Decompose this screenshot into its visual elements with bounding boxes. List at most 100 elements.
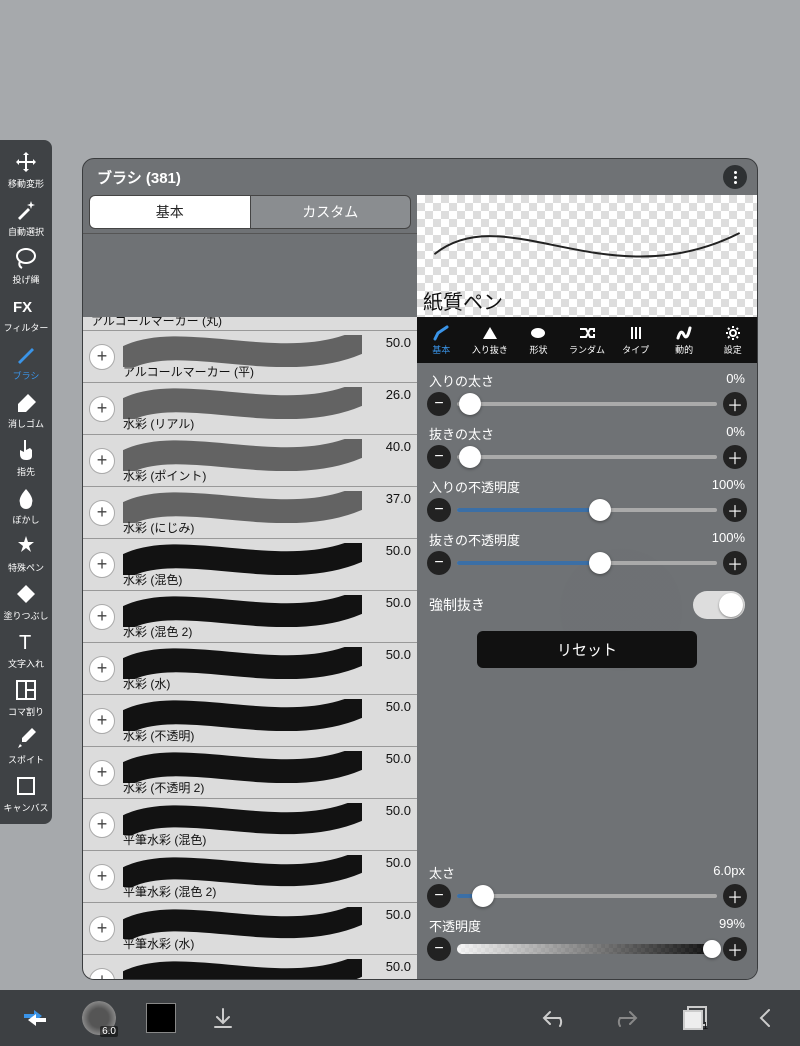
- setting-tab-label: 入り抜き: [472, 343, 508, 356]
- slider-minus[interactable]: −: [427, 392, 451, 416]
- tool-text[interactable]: T文字入れ: [0, 624, 52, 672]
- back-icon[interactable]: [748, 1001, 782, 1035]
- slider-plus[interactable]: ＋: [723, 445, 747, 469]
- tool-fx[interactable]: FXフィルター: [0, 288, 52, 336]
- stroke-preview: [123, 699, 362, 731]
- tool-blur[interactable]: ぼかし: [0, 480, 52, 528]
- setting-tab-dynamic[interactable]: 動的: [660, 317, 709, 363]
- setting-tab-type[interactable]: タイプ: [611, 317, 660, 363]
- add-brush-button[interactable]: +: [89, 708, 115, 734]
- brush-list[interactable]: アルコールマーカー (丸) +アルコールマーカー (平)50.0+水彩 (リアル…: [83, 317, 417, 979]
- add-brush-button[interactable]: +: [89, 968, 115, 980]
- brush-row[interactable]: +アルコールマーカー (平)50.0: [83, 331, 417, 383]
- add-brush-button[interactable]: +: [89, 916, 115, 942]
- tab-basic[interactable]: 基本: [89, 195, 251, 229]
- slider-plus[interactable]: ＋: [723, 551, 747, 575]
- tool-eyedrop[interactable]: スポイト: [0, 720, 52, 768]
- brush-row[interactable]: +水彩 (不透明)50.0: [83, 695, 417, 747]
- slider-minus[interactable]: −: [427, 445, 451, 469]
- size-track[interactable]: [457, 894, 717, 898]
- add-brush-button[interactable]: +: [89, 864, 115, 890]
- slider-plus[interactable]: ＋: [723, 498, 747, 522]
- stroke-preview: [123, 491, 362, 523]
- tool-label: 消しゴム: [8, 417, 44, 430]
- tool-special[interactable]: 特殊ペン: [0, 528, 52, 576]
- brush-row[interactable]: +水彩 (混色 2)50.0: [83, 591, 417, 643]
- setting-tab-taper[interactable]: 入り抜き: [466, 317, 515, 363]
- tool-bucket[interactable]: 塗りつぶし: [0, 576, 52, 624]
- slider-track[interactable]: [457, 455, 717, 459]
- brush-size-indicator[interactable]: 6.0: [82, 1001, 116, 1035]
- reset-button[interactable]: リセット: [477, 631, 697, 668]
- tool-move[interactable]: 移動変形: [0, 144, 52, 192]
- opacity-plus[interactable]: ＋: [723, 937, 747, 961]
- slider-track[interactable]: [457, 402, 717, 406]
- brush-row[interactable]: +水彩 (水)50.0: [83, 643, 417, 695]
- brush-row[interactable]: +水彩 (リアル)26.0: [83, 383, 417, 435]
- brush-row[interactable]: +平筆水彩 (水)50.0: [83, 903, 417, 955]
- more-button[interactable]: [723, 165, 747, 189]
- add-brush-button[interactable]: +: [89, 500, 115, 526]
- size-slider-block: 太さ 6.0px − ＋: [427, 863, 747, 908]
- add-brush-button[interactable]: +: [89, 812, 115, 838]
- add-brush-button[interactable]: +: [89, 448, 115, 474]
- setting-tab-random[interactable]: ランダム: [563, 317, 612, 363]
- tool-label: フィルター: [4, 321, 49, 334]
- setting-tab-label: ランダム: [569, 343, 605, 356]
- size-minus[interactable]: −: [427, 884, 451, 908]
- brush-row[interactable]: +水彩 (混色)50.0: [83, 539, 417, 591]
- tool-lasso[interactable]: 投げ縄: [0, 240, 52, 288]
- brush-row[interactable]: +平筆水彩 (不透明)50.0: [83, 955, 417, 979]
- brush-row[interactable]: +平筆水彩 (混色 2)50.0: [83, 851, 417, 903]
- brush-row[interactable]: アルコールマーカー (丸): [83, 317, 417, 331]
- setting-tab-shape[interactable]: 形状: [514, 317, 563, 363]
- add-brush-button[interactable]: +: [89, 656, 115, 682]
- setting-tab-label: タイプ: [622, 343, 649, 356]
- tool-label: 文字入れ: [8, 657, 44, 670]
- add-brush-button[interactable]: +: [89, 760, 115, 786]
- tool-panel[interactable]: コマ割り: [0, 672, 52, 720]
- color-swatch[interactable]: [146, 1003, 176, 1033]
- tool-label: 指先: [17, 465, 35, 478]
- size-plus[interactable]: ＋: [723, 884, 747, 908]
- tool-canvas[interactable]: キャンバス: [0, 768, 52, 816]
- swap-colors-icon[interactable]: [18, 1001, 52, 1035]
- add-brush-button[interactable]: +: [89, 396, 115, 422]
- undo-icon[interactable]: [538, 1001, 572, 1035]
- redo-icon[interactable]: [608, 1001, 642, 1035]
- slider-minus[interactable]: −: [427, 498, 451, 522]
- setting-tab-label: 動的: [675, 343, 693, 356]
- brush-value: 50.0: [386, 803, 411, 818]
- opacity-minus[interactable]: −: [427, 937, 451, 961]
- slider-minus[interactable]: −: [427, 551, 451, 575]
- tool-finger[interactable]: 指先: [0, 432, 52, 480]
- brush-row[interactable]: +水彩 (不透明 2)50.0: [83, 747, 417, 799]
- force-out-switch[interactable]: [693, 591, 745, 619]
- tool-label: 塗りつぶし: [3, 609, 48, 622]
- brush-row[interactable]: +水彩 (ポイント)40.0: [83, 435, 417, 487]
- slider-track[interactable]: [457, 561, 717, 565]
- lasso-icon: [12, 244, 40, 272]
- layers-icon[interactable]: 1: [678, 1001, 712, 1035]
- brush-value: 26.0: [386, 387, 411, 402]
- setting-tab-basic[interactable]: 基本: [417, 317, 466, 363]
- slider-track[interactable]: [457, 508, 717, 512]
- setting-tab-settings[interactable]: 設定: [708, 317, 757, 363]
- brush-row[interactable]: +水彩 (にじみ)37.0: [83, 487, 417, 539]
- tool-label: 特殊ペン: [8, 561, 44, 574]
- magic-icon: [12, 196, 40, 224]
- opacity-track[interactable]: [457, 944, 717, 954]
- tab-custom[interactable]: カスタム: [251, 195, 412, 229]
- brush-value: 40.0: [386, 439, 411, 454]
- stroke-preview: [123, 595, 362, 627]
- tool-label: ブラシ: [13, 369, 40, 382]
- brush-row[interactable]: +平筆水彩 (混色)50.0: [83, 799, 417, 851]
- tool-eraser[interactable]: 消しゴム: [0, 384, 52, 432]
- tool-brush[interactable]: ブラシ: [0, 336, 52, 384]
- download-icon[interactable]: [206, 1001, 240, 1035]
- tool-magic[interactable]: 自動選択: [0, 192, 52, 240]
- add-brush-button[interactable]: +: [89, 604, 115, 630]
- add-brush-button[interactable]: +: [89, 552, 115, 578]
- slider-plus[interactable]: ＋: [723, 392, 747, 416]
- add-brush-button[interactable]: +: [89, 344, 115, 370]
